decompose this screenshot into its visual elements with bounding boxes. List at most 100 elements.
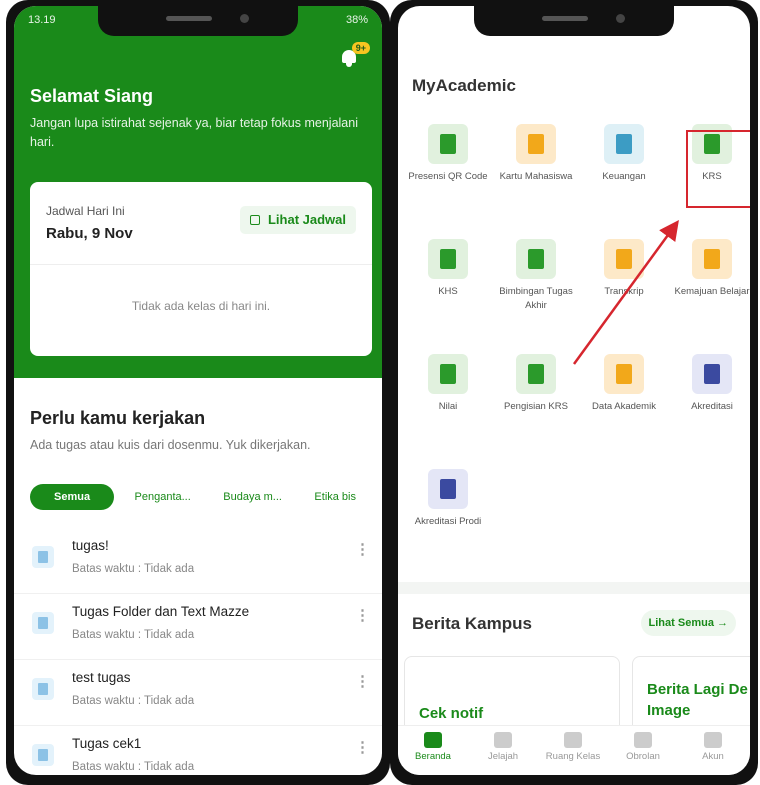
menu-khs[interactable]: KHS: [404, 239, 492, 349]
nav-ruang-kelas[interactable]: Ruang Kelas: [538, 732, 608, 762]
empty-schedule-message: Tidak ada kelas di hari ini.: [131, 299, 271, 313]
nav-label: Beranda: [415, 751, 451, 762]
nav-obrolan[interactable]: Obrolan: [608, 732, 678, 762]
notification-bell-icon[interactable]: 9+: [340, 42, 370, 68]
menu-kemajuan-belajar[interactable]: Kemajuan Belajar: [668, 239, 750, 349]
menu-kartu-mahasiswa[interactable]: Kartu Mahasiswa: [492, 124, 580, 234]
nav-beranda[interactable]: Beranda: [398, 732, 468, 762]
finance-icon: [604, 124, 644, 164]
see-all-label: Lihat Semua: [648, 617, 714, 629]
menu-bimbingan[interactable]: Bimbingan Tugas Akhir: [492, 239, 580, 349]
schedule-card: Jadwal Hari Ini Rabu, 9 Nov Lihat Jadwal…: [30, 182, 372, 356]
menu-akreditasi-prodi[interactable]: Akreditasi Prodi: [404, 469, 492, 579]
menu-label: Akreditasi Prodi: [414, 516, 482, 527]
task-title: tugas!: [72, 538, 109, 553]
task-title: test tugas: [72, 670, 131, 685]
task-deadline: Batas waktu : Tidak ada: [72, 629, 195, 641]
task-deadline: Batas waktu : Tidak ada: [72, 695, 195, 707]
news-card-title: Berita Lagi De Image: [647, 681, 748, 719]
menu-transkrip[interactable]: Transkrip: [580, 239, 668, 349]
news-title: Berita Kampus: [412, 614, 532, 633]
menu-label: Kartu Mahasiswa: [499, 171, 573, 182]
task-item[interactable]: test tugas Batas waktu : Tidak ada ⋮: [14, 660, 382, 726]
academic-screen: MyAcademic Presensi QR Code Kartu Mahasi…: [398, 6, 750, 775]
assignment-icon: [32, 678, 54, 700]
news-card-title: Cek notif: [419, 705, 484, 722]
menu-label: Nilai: [438, 401, 458, 412]
more-options-icon[interactable]: ⋮: [355, 540, 370, 558]
chat-icon: [634, 732, 652, 748]
grade-icon: [428, 354, 468, 394]
assignment-icon: [32, 546, 54, 568]
bottom-navigation: Beranda Jelajah Ruang Kelas Obrolan Akun: [398, 725, 750, 775]
task-title: Tugas cek1: [72, 736, 142, 751]
schedule-date: Rabu, 9 Nov: [46, 225, 133, 242]
todo-subtitle: Ada tugas atau kuis dari dosenmu. Yuk di…: [30, 438, 311, 452]
menu-label: Keuangan: [602, 171, 646, 182]
menu-label: KHS: [438, 286, 458, 297]
menu-keuangan[interactable]: Keuangan: [580, 124, 668, 234]
menu-label: Kemajuan Belajar: [674, 286, 750, 297]
krs-highlight-box: [686, 130, 750, 208]
prodi-accreditation-icon: [428, 469, 468, 509]
notification-badge: 9+: [351, 42, 370, 54]
academic-data-icon: [604, 354, 644, 394]
id-card-icon: [516, 124, 556, 164]
battery-level: 38%: [345, 14, 368, 26]
task-title: Tugas Folder dan Text Mazze: [72, 604, 250, 619]
guidance-icon: [516, 239, 556, 279]
menu-data-akademik[interactable]: Data Akademik: [580, 354, 668, 464]
nav-label: Obrolan: [626, 751, 660, 762]
menu-pengisian-krs[interactable]: Pengisian KRS: [492, 354, 580, 464]
menu-nilai[interactable]: Nilai: [404, 354, 492, 464]
account-icon: [704, 732, 722, 748]
status-bar: 13.19 38%: [28, 14, 368, 30]
rocket-icon: [494, 732, 512, 748]
nav-label: Jelajah: [487, 751, 519, 762]
accreditation-icon: [692, 354, 732, 394]
more-options-icon[interactable]: ⋮: [355, 738, 370, 756]
task-item[interactable]: Tugas cek1 Batas waktu : Tidak ada ⋮: [14, 726, 382, 775]
task-item[interactable]: Tugas Folder dan Text Mazze Batas waktu …: [14, 594, 382, 660]
menu-akreditasi[interactable]: Akreditasi: [668, 354, 750, 464]
todo-title: Perlu kamu kerjakan: [30, 408, 206, 428]
filter-chips: Semua Penganta... Budaya m... Etika bis: [30, 484, 382, 512]
assignment-icon: [32, 744, 54, 766]
assignment-icon: [32, 612, 54, 634]
home-screen: 13.19 38% 9+ Selamat Siang Jangan lupa i…: [14, 6, 382, 775]
menu-label: Presensi QR Code: [408, 171, 488, 182]
chip-budaya[interactable]: Budaya m...: [211, 484, 294, 510]
khs-icon: [428, 239, 468, 279]
more-options-icon[interactable]: ⋮: [355, 672, 370, 690]
more-options-icon[interactable]: ⋮: [355, 606, 370, 624]
chip-pengantar[interactable]: Penganta...: [123, 484, 203, 510]
classroom-icon: [564, 732, 582, 748]
chip-etika[interactable]: Etika bis: [302, 484, 368, 510]
menu-label: Transkrip: [604, 286, 644, 297]
menu-label: Bimbingan Tugas Akhir: [499, 286, 573, 311]
greeting-subtitle: Jangan lupa istirahat sejenak ya, biar t…: [30, 116, 358, 149]
schedule-label: Jadwal Hari Ini: [46, 204, 125, 218]
chip-semua[interactable]: Semua: [30, 484, 115, 510]
see-all-news-button[interactable]: Lihat Semua →: [640, 610, 736, 636]
view-schedule-label: Lihat Jadwal: [267, 212, 346, 227]
menu-label: Data Akademik: [592, 401, 656, 412]
nav-akun[interactable]: Akun: [678, 732, 748, 762]
divider: [30, 264, 372, 265]
left-phone-screenshot: 13.19 38% 9+ Selamat Siang Jangan lupa i…: [6, 0, 390, 785]
view-schedule-button[interactable]: Lihat Jadwal: [239, 206, 356, 234]
progress-icon: [692, 239, 732, 279]
nav-label: Ruang Kelas: [545, 751, 601, 762]
task-deadline: Batas waktu : Tidak ada: [72, 761, 195, 773]
qr-icon: [428, 124, 468, 164]
section-divider: [398, 582, 750, 594]
menu-label: Akreditasi: [691, 401, 733, 412]
task-item[interactable]: tugas! Batas waktu : Tidak ada ⋮: [14, 528, 382, 594]
right-phone-screenshot: MyAcademic Presensi QR Code Kartu Mahasi…: [390, 0, 758, 785]
transcript-icon: [604, 239, 644, 279]
menu-presensi-qr[interactable]: Presensi QR Code: [404, 124, 492, 234]
phone-notch: [474, 6, 674, 36]
krs-fill-icon: [516, 354, 556, 394]
nav-jelajah[interactable]: Jelajah: [468, 732, 538, 762]
task-deadline: Batas waktu : Tidak ada: [72, 563, 195, 575]
